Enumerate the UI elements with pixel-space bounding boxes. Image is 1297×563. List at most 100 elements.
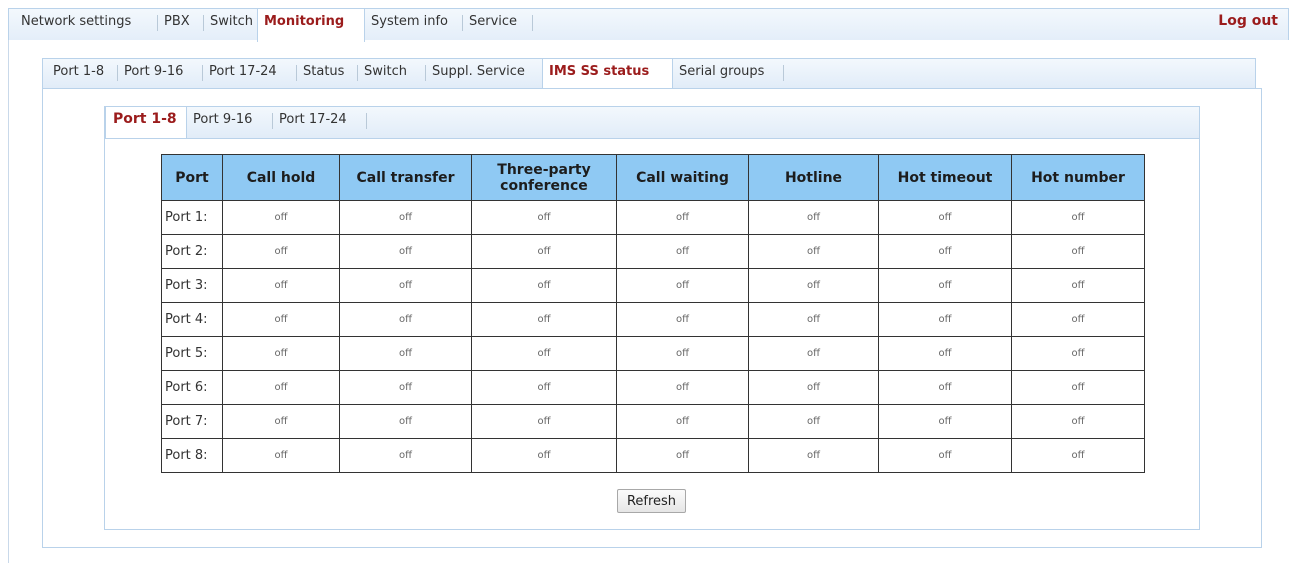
logout-link[interactable]: Log out xyxy=(1218,13,1278,29)
tab-label: Network settings xyxy=(21,14,132,29)
status-cell: off xyxy=(616,200,749,235)
status-cell: off xyxy=(339,200,472,235)
status-cell: off xyxy=(748,404,879,439)
status-cell: off xyxy=(748,268,879,303)
status-cell: off xyxy=(748,370,879,405)
status-cell: off xyxy=(222,302,340,337)
status-cell: off xyxy=(616,302,749,337)
status-cell: off xyxy=(1011,234,1145,269)
subtab-status[interactable]: Status xyxy=(297,59,358,88)
status-cell: off xyxy=(748,200,879,235)
status-cell: off xyxy=(471,370,617,405)
status-cell: off xyxy=(878,336,1012,371)
status-cell: off xyxy=(1011,302,1145,337)
status-cell: off xyxy=(1011,370,1145,405)
top-nav: Network settings PBX Switch Monitoring S… xyxy=(8,8,1289,42)
tab-label: Monitoring xyxy=(264,14,345,29)
status-cell: off xyxy=(878,404,1012,439)
tab-network-settings[interactable]: Network settings xyxy=(9,9,158,40)
table-row: Port 8: off off off off off off off xyxy=(161,438,1145,473)
innertab-port-1-8[interactable]: Port 1-8 xyxy=(105,107,187,140)
status-cell: off xyxy=(878,302,1012,337)
col-header-call-waiting: Call waiting xyxy=(616,154,749,201)
tab-label: Port 1-8 xyxy=(53,64,105,79)
status-cell: off xyxy=(339,370,472,405)
table-body: Port 1: off off off off off off off Port 2: off of… xyxy=(161,200,1145,473)
status-cell: off xyxy=(748,234,879,269)
subtab-port-17-24[interactable]: Port 17-24 xyxy=(203,59,297,88)
status-cell: off xyxy=(878,200,1012,235)
subtab-serial-groups[interactable]: Serial groups xyxy=(673,59,784,88)
status-cell: off xyxy=(222,200,340,235)
status-cell: off xyxy=(878,370,1012,405)
subtab-port-1-8[interactable]: Port 1-8 xyxy=(43,59,118,88)
tab-system-info[interactable]: System info xyxy=(365,9,463,40)
innertab-port-17-24[interactable]: Port 17-24 xyxy=(273,107,367,138)
table-row: Port 4: off off off off off off off xyxy=(161,302,1145,337)
port-cell: Port 2: xyxy=(161,234,223,269)
status-cell: off xyxy=(339,234,472,269)
status-cell: off xyxy=(1011,438,1145,473)
status-cell: off xyxy=(616,268,749,303)
port-cell: Port 5: xyxy=(161,336,223,371)
ims-ss-status-table: Port Call hold Call transfer Three-party… xyxy=(161,154,1145,473)
tab-label: PBX xyxy=(164,14,190,29)
col-header-port: Port xyxy=(161,154,223,201)
innertab-port-9-16[interactable]: Port 9-16 xyxy=(187,107,273,138)
inner-nav: Port 1-8 Port 9-16 Port 17-24 xyxy=(104,106,1200,140)
status-cell: off xyxy=(878,234,1012,269)
col-header-hot-timeout: Hot timeout xyxy=(878,154,1012,201)
tab-label: System info xyxy=(371,14,448,29)
status-cell: off xyxy=(222,268,340,303)
port-cell: Port 3: xyxy=(161,268,223,303)
refresh-button[interactable]: Refresh xyxy=(617,489,686,513)
col-header-call-hold: Call hold xyxy=(222,154,340,201)
table-header-row: Port Call hold Call transfer Three-party… xyxy=(161,154,1145,201)
col-header-call-transfer: Call transfer xyxy=(339,154,472,201)
tab-label: Service xyxy=(469,14,518,29)
tab-label: Port 1-8 xyxy=(113,111,177,127)
tab-label: Switch xyxy=(364,64,407,79)
col-header-hot-number: Hot number xyxy=(1011,154,1145,201)
status-cell: off xyxy=(616,234,749,269)
table-row: Port 1: off off off off off off off xyxy=(161,200,1145,235)
tab-label: Suppl. Service xyxy=(432,64,525,79)
status-cell: off xyxy=(748,336,879,371)
status-cell: off xyxy=(878,268,1012,303)
tab-switch[interactable]: Switch xyxy=(204,9,257,40)
tab-label: Switch xyxy=(210,14,253,29)
table-row: Port 3: off off off off off off off xyxy=(161,268,1145,303)
status-cell: off xyxy=(1011,268,1145,303)
status-cell: off xyxy=(471,268,617,303)
status-cell: off xyxy=(616,336,749,371)
subtab-suppl-service[interactable]: Suppl. Service xyxy=(426,59,542,88)
status-cell: off xyxy=(222,370,340,405)
status-cell: off xyxy=(616,438,749,473)
status-cell: off xyxy=(1011,336,1145,371)
subtab-port-9-16[interactable]: Port 9-16 xyxy=(118,59,203,88)
tab-monitoring[interactable]: Monitoring xyxy=(257,9,365,42)
port-cell: Port 8: xyxy=(161,438,223,473)
status-cell: off xyxy=(339,404,472,439)
subtab-ims-ss-status[interactable]: IMS SS status xyxy=(542,59,673,90)
status-cell: off xyxy=(471,336,617,371)
tab-label: IMS SS status xyxy=(549,64,650,79)
subtab-switch[interactable]: Switch xyxy=(358,59,426,88)
tab-label: Port 9-16 xyxy=(124,64,184,79)
tab-label: Port 17-24 xyxy=(279,112,347,127)
table-row: Port 5: off off off off off off off xyxy=(161,336,1145,371)
status-cell: off xyxy=(339,268,472,303)
status-cell: off xyxy=(1011,404,1145,439)
status-cell: off xyxy=(471,200,617,235)
page-left-border xyxy=(8,40,9,563)
table-row: Port 7: off off off off off off off xyxy=(161,404,1145,439)
status-cell: off xyxy=(339,302,472,337)
col-header-hotline: Hotline xyxy=(748,154,879,201)
tab-label: Port 9-16 xyxy=(193,112,253,127)
tab-service[interactable]: Service xyxy=(463,9,533,40)
status-cell: off xyxy=(339,438,472,473)
sub-nav: Port 1-8 Port 9-16 Port 17-24 Status Swi… xyxy=(42,58,1256,90)
status-cell: off xyxy=(222,336,340,371)
status-cell: off xyxy=(471,234,617,269)
tab-pbx[interactable]: PBX xyxy=(158,9,204,40)
